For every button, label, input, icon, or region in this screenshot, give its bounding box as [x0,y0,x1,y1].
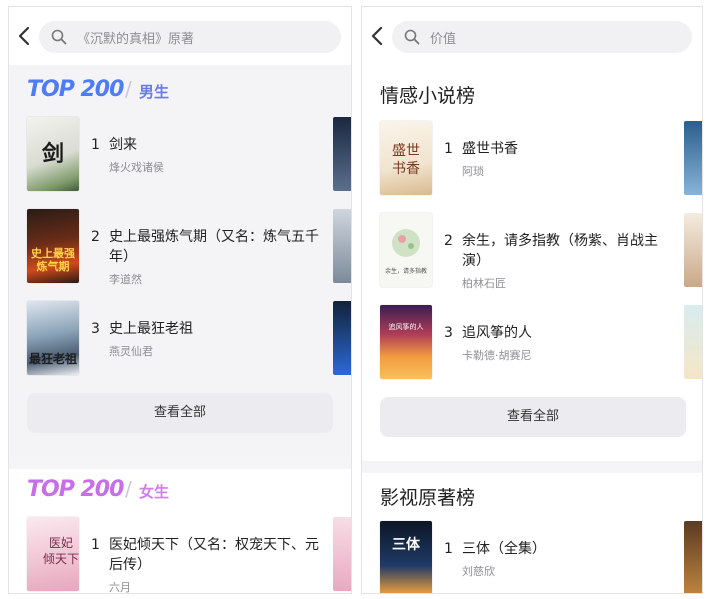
book-author: 卡勒德·胡赛尼 [462,349,532,362]
next-column-cover [333,301,351,375]
book-cover: 盛世 书香 [380,121,432,195]
male-top200-section: TOP 200 / 男生 剑 1 剑来 烽火戏诸侯 史上最强 炼气期 2 史上最… [9,65,351,457]
book-author: 燕灵仙君 [109,345,153,358]
svg-text:盛世: 盛世 [392,143,420,159]
list-item[interactable]: 三体 1 三体（全集） 刘慈欣 [380,521,670,593]
view-all-button[interactable]: 查看全部 [380,397,686,437]
rank-number: 3 [444,325,453,341]
back-button[interactable] [15,23,35,49]
search-placeholder: 《沉默的真相》原著 [77,32,195,47]
svg-text:追风筝的人: 追风筝的人 [389,322,424,331]
rank-number: 1 [444,141,453,157]
next-column-cover [684,521,702,593]
rank-number: 1 [91,137,100,153]
chevron-left-icon [371,26,383,46]
svg-text:炼气期: 炼气期 [37,259,70,273]
book-title: 追风筝的人 [462,325,532,341]
book-author: 六月 [109,581,131,594]
male-label: 男生 [139,83,170,101]
book-author: 柏林石匠 [462,277,506,290]
female-top200-section: TOP 200 / 女生 医妃 倾天下 1 医妃倾天下（又名：权宠天下、元后传）… [9,469,351,594]
book-title: 史上最强炼气期（又名：炼气五千年） [109,229,319,265]
top-bar: 价值 [362,7,702,65]
svg-text:史上最强: 史上最强 [31,246,75,260]
book-title: 三体（全集） [462,541,546,557]
book-author: 刘慈欣 [462,565,495,578]
rank-number: 1 [444,541,453,557]
next-column-cover [333,517,351,591]
list-item[interactable]: 医妃 倾天下 1 医妃倾天下（又名：权宠天下、元后传） 六月 [27,517,319,594]
svg-text:书香: 书香 [392,161,420,177]
book-cover: 医妃 倾天下 [27,517,79,591]
rank-number: 2 [91,229,100,245]
right-screen: 价值 情感小说榜 盛世 书香 1 盛世书香 阿琐 余生，请多指教 2 余生，请多… [361,6,703,594]
list-item[interactable]: 追风筝的人 3 追风筝的人 卡勒德·胡赛尼 [380,305,670,381]
logo-divider: / [125,477,132,501]
book-title: 余生，请多指教（杨紫、肖战主演） [462,233,658,269]
rank-number: 3 [91,321,100,337]
next-column-cover [333,117,351,191]
svg-text:医妃: 医妃 [49,536,73,550]
next-column-cover [333,209,351,283]
left-screen: 《沉默的真相》原著 TOP 200 / 男生 剑 1 剑来 烽火戏诸侯 史上最强… [8,6,352,594]
search-placeholder: 价值 [430,32,457,47]
svg-text:最狂老祖: 最狂老祖 [29,351,77,366]
top200-logo: TOP 200 [27,477,124,502]
book-author: 李道然 [109,273,142,286]
list-item[interactable]: 余生，请多指教 2 余生，请多指教（杨紫、肖战主演） 柏林石匠 [380,213,670,290]
list-item[interactable]: 盛世 书香 1 盛世书香 阿琐 [380,121,670,197]
section-title: 情感小说榜 [380,85,476,107]
next-column-cover [684,305,702,379]
list-item[interactable]: 剑 1 剑来 烽火戏诸侯 [27,117,317,193]
search-icon [51,29,67,45]
book-cover: 最狂老祖 [27,301,79,375]
list-item[interactable]: 史上最强 炼气期 2 史上最强炼气期（又名：炼气五千年） 李道然 [27,209,319,286]
book-title: 剑来 [109,137,137,153]
book-cover: 三体 [380,521,432,593]
book-title: 盛世书香 [462,141,518,157]
next-column-cover [684,121,702,195]
book-author: 烽火戏诸侯 [109,161,164,174]
logo-divider: / [125,77,132,101]
back-button[interactable] [368,23,388,49]
svg-text:三体: 三体 [392,536,421,553]
search-icon [404,29,420,45]
top-bar: 《沉默的真相》原著 [9,7,351,65]
svg-text:剑: 剑 [41,141,64,167]
emotion-novel-ranking: 情感小说榜 盛世 书香 1 盛世书香 阿琐 余生，请多指教 2 余生，请多指教（… [362,65,702,461]
view-all-button[interactable]: 查看全部 [27,393,333,433]
book-title: 史上最狂老祖 [109,321,193,337]
rank-number: 2 [444,233,453,249]
book-cover: 剑 [27,117,79,191]
search-input[interactable]: 价值 [392,21,692,53]
search-input[interactable]: 《沉默的真相》原著 [39,21,341,53]
top200-logo: TOP 200 [27,77,124,102]
svg-text:余生，请多指教: 余生，请多指教 [385,267,427,275]
female-label: 女生 [139,483,170,501]
book-title: 医妃倾天下（又名：权宠天下、元后传） [109,537,319,573]
svg-text:倾天下: 倾天下 [43,552,79,566]
list-item[interactable]: 最狂老祖 3 史上最狂老祖 燕灵仙君 [27,301,317,377]
section-title: 影视原著榜 [380,487,476,509]
book-author: 阿琐 [462,165,484,178]
rank-number: 1 [91,537,100,553]
book-cover: 史上最强 炼气期 [27,209,79,283]
book-cover: 追风筝的人 [380,305,432,379]
film-source-ranking: 影视原著榜 三体 1 三体（全集） 刘慈欣 [362,473,702,593]
next-column-cover [684,213,702,287]
chevron-left-icon [18,26,30,46]
book-cover: 余生，请多指教 [380,213,432,287]
